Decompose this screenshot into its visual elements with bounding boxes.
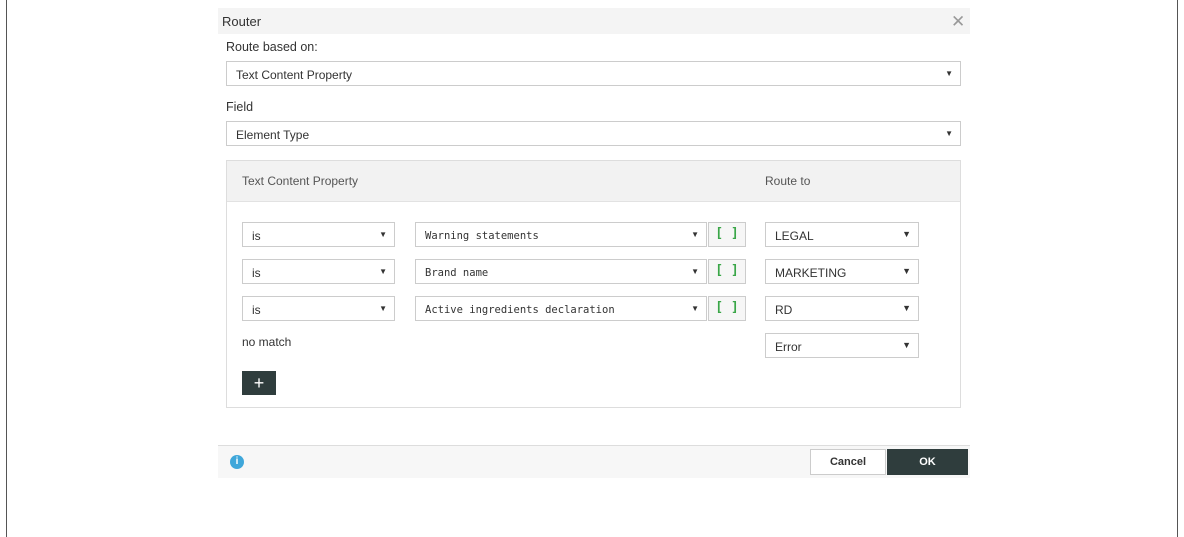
row-operator-value: is — [252, 266, 261, 280]
row-operator-select[interactable]: is ▼ — [242, 296, 395, 321]
chevron-down-icon: ▼ — [379, 267, 387, 276]
right-border — [1177, 0, 1178, 537]
row-operator-value: is — [252, 229, 261, 243]
chevron-down-icon: ▼ — [691, 267, 699, 276]
row-value-select[interactable]: Brand name ▼ — [415, 259, 707, 284]
row-value: Active ingredients declaration — [425, 304, 615, 316]
no-match-route-value: Error — [775, 340, 802, 354]
expression-bracket-button[interactable]: [ ] — [708, 259, 746, 284]
row-operator-select[interactable]: is ▼ — [242, 259, 395, 284]
field-label: Field — [226, 100, 254, 114]
row-route-value: RD — [775, 303, 793, 317]
caret-down-icon: ▼ — [902, 229, 911, 239]
routing-rules-panel: Text Content Property Route to is ▼ Warn… — [226, 160, 961, 408]
row-value-select[interactable]: Active ingredients declaration ▼ — [415, 296, 707, 321]
field-value: Element Type — [236, 128, 310, 142]
dialog-footer: i Cancel OK — [218, 446, 970, 478]
add-rule-button[interactable]: + — [242, 371, 276, 395]
chevron-down-icon: ▼ — [691, 230, 699, 239]
close-icon[interactable]: ✕ — [951, 13, 965, 30]
dialog-titlebar: Router ✕ — [218, 8, 970, 34]
rules-table-header: Text Content Property Route to — [227, 161, 960, 202]
row-route-value: LEGAL — [775, 229, 814, 243]
row-route-value: MARKETING — [775, 266, 847, 280]
col-header-property: Text Content Property — [242, 174, 359, 188]
ok-button[interactable]: OK — [887, 449, 968, 475]
router-dialog: Router ✕ Route based on: Text Content Pr… — [218, 8, 970, 478]
chevron-down-icon: ▼ — [945, 69, 953, 78]
no-match-route-select[interactable]: Error ▼ — [765, 333, 919, 358]
chevron-down-icon: ▼ — [379, 304, 387, 313]
row-value: Warning statements — [425, 230, 539, 242]
dialog-title: Router — [222, 14, 262, 29]
no-match-label: no match — [242, 335, 292, 349]
row-route-select[interactable]: RD ▼ — [765, 296, 919, 321]
route-based-on-value: Text Content Property — [236, 68, 353, 82]
row-value: Brand name — [425, 267, 489, 279]
row-operator-value: is — [252, 303, 261, 317]
chevron-down-icon: ▼ — [691, 304, 699, 313]
field-select[interactable]: Element Type ▼ — [226, 121, 961, 146]
expression-bracket-button[interactable]: [ ] — [708, 296, 746, 321]
left-border — [6, 0, 7, 537]
info-icon[interactable]: i — [230, 455, 244, 469]
route-based-on-select[interactable]: Text Content Property ▼ — [226, 61, 961, 86]
row-route-select[interactable]: LEGAL ▼ — [765, 222, 919, 247]
expression-bracket-button[interactable]: [ ] — [708, 222, 746, 247]
col-header-route: Route to — [765, 174, 811, 188]
cancel-button[interactable]: Cancel — [810, 449, 886, 475]
chevron-down-icon: ▼ — [945, 129, 953, 138]
route-based-on-label: Route based on: — [226, 40, 318, 54]
chevron-down-icon: ▼ — [379, 230, 387, 239]
caret-down-icon: ▼ — [902, 340, 911, 350]
row-value-select[interactable]: Warning statements ▼ — [415, 222, 707, 247]
caret-down-icon: ▼ — [902, 303, 911, 313]
row-route-select[interactable]: MARKETING ▼ — [765, 259, 919, 284]
caret-down-icon: ▼ — [902, 266, 911, 276]
row-operator-select[interactable]: is ▼ — [242, 222, 395, 247]
